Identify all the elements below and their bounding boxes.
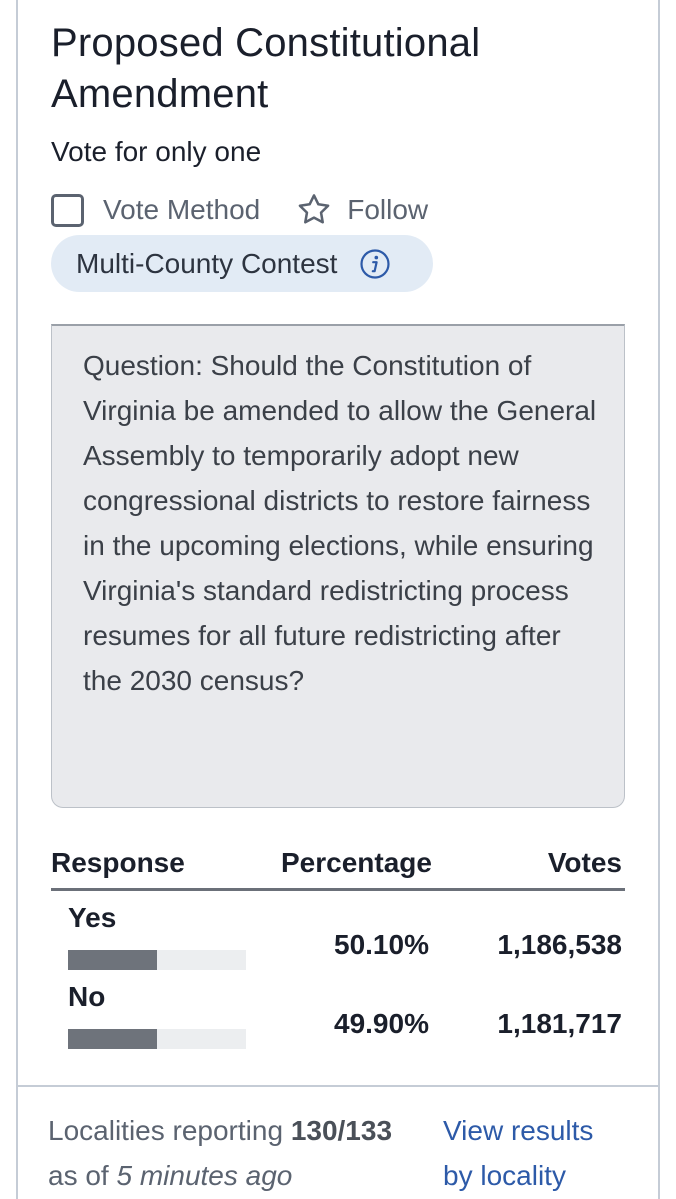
result-bar-fill: [68, 1029, 157, 1049]
contest-title: Proposed Constitutional Amendment: [51, 21, 481, 116]
question-text: Question: Should the Constitution of Vir…: [83, 350, 597, 696]
last-updated: 5 minutes ago: [116, 1160, 293, 1191]
contest-controls: Vote Method Follow: [51, 191, 428, 229]
response-percentage: 50.10%: [334, 929, 429, 960]
response-percentage: 49.90%: [334, 1008, 429, 1039]
badge-label: Multi-County Contest: [76, 247, 338, 279]
info-circle-icon[interactable]: [359, 248, 391, 280]
header-percentage: Percentage: [281, 847, 432, 878]
vote-method-label: Vote Method: [103, 194, 261, 225]
result-bar-track: [68, 950, 246, 970]
follow-label: Follow: [347, 194, 429, 225]
question-panel: Question: Should the Constitution of Vir…: [51, 324, 625, 808]
response-votes: 1,181,717: [497, 1008, 622, 1039]
view-results-by-locality-link[interactable]: View results by locality: [443, 1108, 643, 1198]
reporting-status: Localities reporting 130/133 as of 5 min…: [48, 1108, 433, 1198]
follow-button[interactable]: Follow: [295, 191, 428, 229]
header-votes: Votes: [547, 847, 622, 878]
as-of-label: as of: [48, 1160, 109, 1191]
vote-instructions: Vote for only one: [51, 136, 262, 167]
checkbox-icon[interactable]: [51, 193, 84, 227]
results-table-header: Response Percentage Votes: [51, 845, 625, 891]
link-line-1: View results: [443, 1115, 594, 1146]
multi-county-badge[interactable]: Multi-County Contest: [51, 235, 433, 292]
vote-method-toggle[interactable]: Vote Method: [51, 193, 261, 227]
footer-divider: [16, 1085, 660, 1087]
link-line-2: by locality: [443, 1160, 566, 1191]
result-bar-fill: [68, 950, 157, 970]
header-response: Response: [51, 847, 185, 878]
star-outline-icon: [298, 194, 330, 224]
response-name: No: [68, 981, 106, 1012]
result-row-yes: Yes 50.10% 1,186,538: [51, 902, 625, 982]
response-votes: 1,186,538: [497, 929, 622, 960]
response-name: Yes: [68, 902, 117, 933]
result-row-no: No 49.90% 1,181,717: [51, 981, 625, 1061]
reporting-count: 130/133: [290, 1115, 393, 1146]
reporting-label: Localities reporting: [48, 1115, 284, 1146]
result-bar-track: [68, 1029, 246, 1049]
